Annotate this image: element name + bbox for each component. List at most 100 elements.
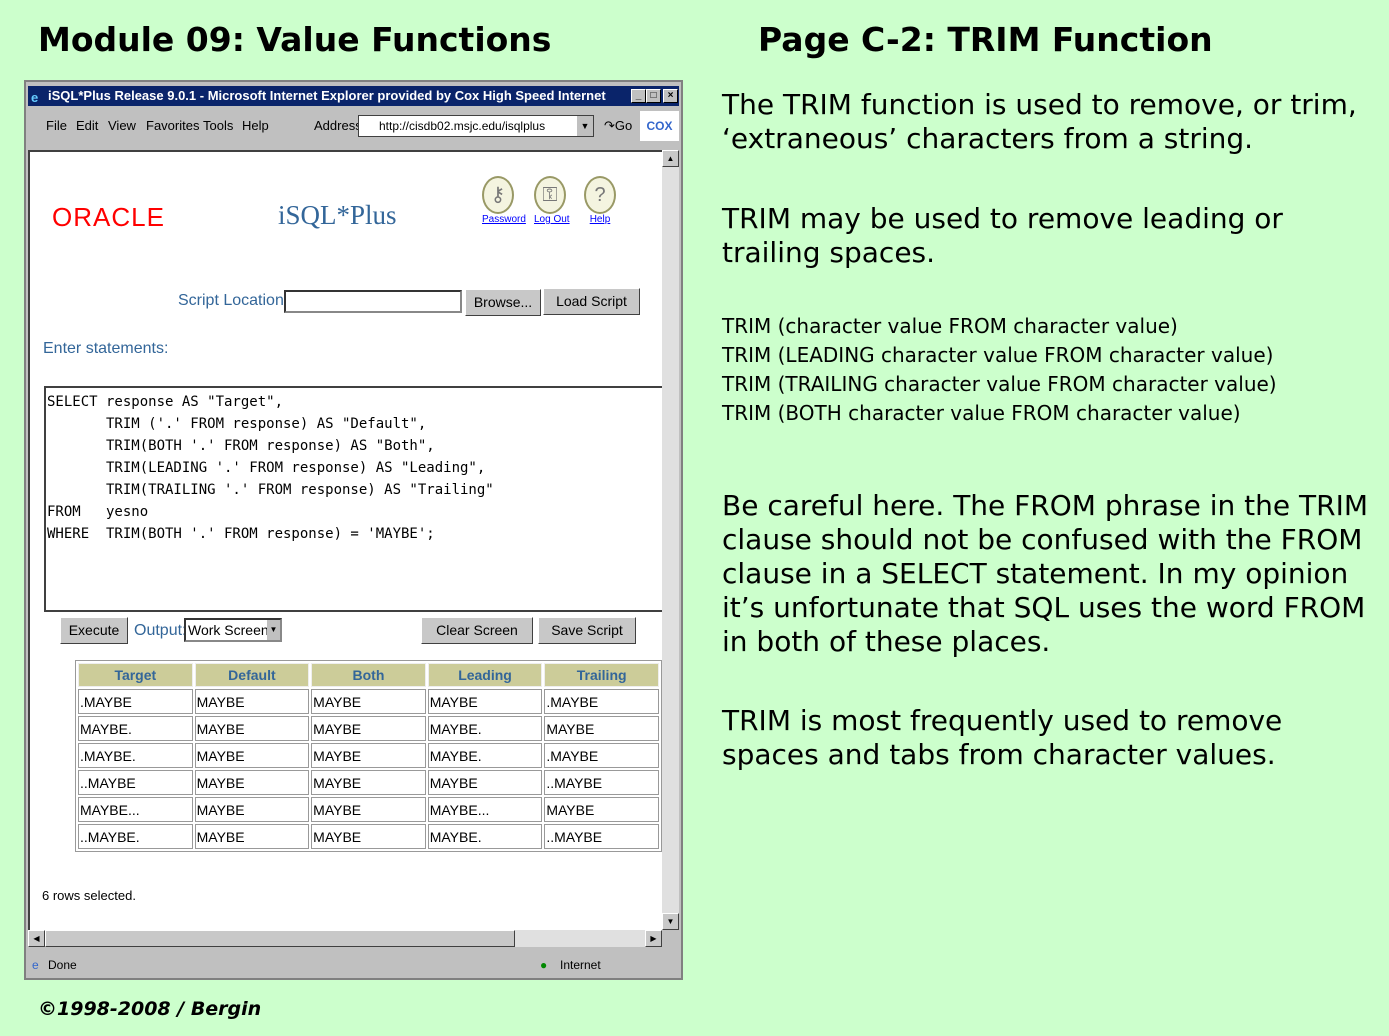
menu-favorites[interactable]: Favorites (146, 118, 199, 133)
page-title: Page C-2: TRIM Function (758, 20, 1213, 59)
paragraph: TRIM may be used to remove leading or tr… (722, 202, 1283, 269)
browser-window: e iSQL*Plus Release 9.0.1 - Microsoft In… (24, 80, 683, 980)
clear-screen-button[interactable]: Clear Screen (421, 617, 533, 644)
menu-file[interactable]: File (46, 118, 67, 133)
syntax-line: TRIM (BOTH character value FROM characte… (722, 401, 1241, 425)
execute-button[interactable]: Execute (60, 617, 128, 644)
table-cell: MAYBE (194, 689, 310, 714)
table-row: .MAYBE MAYBE MAYBE MAYBE .MAYBE (78, 689, 659, 714)
copyright: ©1998-2008 / Bergin (38, 998, 262, 1020)
table-cell: MAYBE (311, 770, 426, 795)
table-cell: .MAYBE (544, 689, 659, 714)
oracle-logo: ORACLE (52, 202, 165, 232)
column-header: Both (311, 663, 426, 687)
table-cell: MAYBE... (78, 797, 193, 822)
script-location-label: Script Location: (178, 292, 289, 309)
script-location-input[interactable] (284, 290, 462, 313)
horizontal-scrollbar[interactable]: ◀ ▶ (28, 930, 662, 947)
table-cell: MAYBE (311, 689, 426, 714)
ie-icon: e (31, 90, 39, 105)
table-cell: MAYBE (544, 716, 659, 741)
help-icon: ? (584, 176, 616, 214)
scroll-right-icon[interactable]: ▶ (645, 930, 662, 947)
paragraph: Be careful here. The FROM phrase in the … (722, 489, 1368, 658)
menu-edit[interactable]: Edit (76, 118, 98, 133)
table-cell: MAYBE. (78, 716, 193, 741)
product-logo: iSQL*Plus (278, 200, 397, 230)
toolbar: File Edit View Favorites Tools Help Addr… (28, 108, 679, 144)
globe-icon: ● (540, 958, 548, 972)
page-icon: e (32, 958, 39, 972)
address-input[interactable]: http://cisdb02.msjc.edu/isqlplus ▼ (358, 115, 594, 137)
table-cell: MAYBE (194, 743, 310, 768)
table-row: MAYBE. MAYBE MAYBE MAYBE. MAYBE (78, 716, 659, 741)
password-link[interactable]: ⚷ Password (482, 176, 526, 225)
enter-statements-label: Enter statements: (43, 340, 169, 357)
paragraph: TRIM is most frequently used to remove s… (722, 704, 1283, 771)
chevron-down-icon[interactable]: ▼ (577, 116, 593, 136)
scroll-up-icon[interactable]: ▲ (662, 150, 679, 167)
table-cell: .MAYBE (78, 689, 193, 714)
save-script-button[interactable]: Save Script (538, 617, 636, 644)
table-cell: MAYBE (427, 689, 543, 714)
help-link[interactable]: ? Help (584, 176, 616, 225)
column-header: Default (194, 663, 310, 687)
table-cell: MAYBE (311, 797, 426, 822)
password-icon: ⚷ (482, 176, 514, 214)
zone-text: Internet (560, 958, 601, 972)
minimize-button[interactable]: _ (631, 89, 646, 103)
table-cell: .MAYBE (544, 743, 659, 768)
table-cell: MAYBE (311, 716, 426, 741)
table-row: MAYBE... MAYBE MAYBE MAYBE... MAYBE (78, 797, 659, 822)
window-title: iSQL*Plus Release 9.0.1 - Microsoft Inte… (48, 88, 606, 103)
address-value: http://cisdb02.msjc.edu/isqlplus (379, 119, 546, 133)
table-cell: MAYBE (311, 743, 426, 768)
menu-tools[interactable]: Tools (203, 118, 233, 133)
load-script-button[interactable]: Load Script (543, 288, 640, 315)
table-cell: MAYBE. (427, 824, 543, 849)
logout-link[interactable]: ⚿ Log Out (534, 176, 570, 225)
scroll-thumb[interactable] (45, 930, 515, 947)
table-cell: ..MAYBE. (78, 824, 193, 849)
go-button[interactable]: ↷Go (604, 118, 632, 134)
cox-logo: COX (640, 111, 679, 141)
menu-help[interactable]: Help (242, 118, 269, 133)
scroll-left-icon[interactable]: ◀ (28, 930, 45, 947)
table-cell: ..MAYBE (544, 824, 659, 849)
table-cell: MAYBE (427, 770, 543, 795)
logout-icon: ⚿ (534, 176, 566, 214)
table-cell: MAYBE. (427, 743, 543, 768)
address-label: Address (314, 118, 362, 133)
syntax-line: TRIM (LEADING character value FROM chara… (722, 343, 1274, 367)
menu-view[interactable]: View (108, 118, 136, 133)
table-cell: MAYBE (311, 824, 426, 849)
table-cell: .MAYBE. (78, 743, 193, 768)
rows-selected: 6 rows selected. (42, 888, 136, 903)
output-label: Output: (134, 622, 187, 639)
status-bar: e Done ● Internet (28, 954, 679, 976)
output-select[interactable]: Work Screen ▼ (184, 618, 282, 642)
syntax-list: TRIM (character value FROM character val… (722, 312, 1277, 428)
table-cell: ..MAYBE (78, 770, 193, 795)
chevron-down-icon[interactable]: ▼ (267, 620, 280, 640)
paragraph: The TRIM function is used to remove, or … (722, 88, 1357, 155)
table-cell: MAYBE (544, 797, 659, 822)
maximize-button[interactable]: □ (646, 89, 661, 103)
table-cell: MAYBE (194, 716, 310, 741)
syntax-line: TRIM (TRAILING character value FROM char… (722, 372, 1277, 396)
column-header: Leading (427, 663, 543, 687)
table-cell: ..MAYBE (544, 770, 659, 795)
table-cell: MAYBE (194, 770, 310, 795)
column-header: Trailing (544, 663, 659, 687)
table-cell: MAYBE... (427, 797, 543, 822)
vertical-scrollbar[interactable]: ▲ ▼ (662, 150, 679, 930)
column-header: Target (78, 663, 193, 687)
table-row: .MAYBE. MAYBE MAYBE MAYBE. .MAYBE (78, 743, 659, 768)
browse-button[interactable]: Browse... (465, 289, 541, 316)
scroll-down-icon[interactable]: ▼ (662, 913, 679, 930)
table-cell: MAYBE (194, 824, 310, 849)
module-title: Module 09: Value Functions (38, 20, 552, 59)
result-table: Target Default Both Leading Trailing .MAYBE MA… (75, 660, 662, 852)
close-button[interactable]: × (663, 89, 678, 103)
sql-textarea[interactable]: SELECT response AS "Target", TRIM ('.' F… (44, 386, 666, 612)
